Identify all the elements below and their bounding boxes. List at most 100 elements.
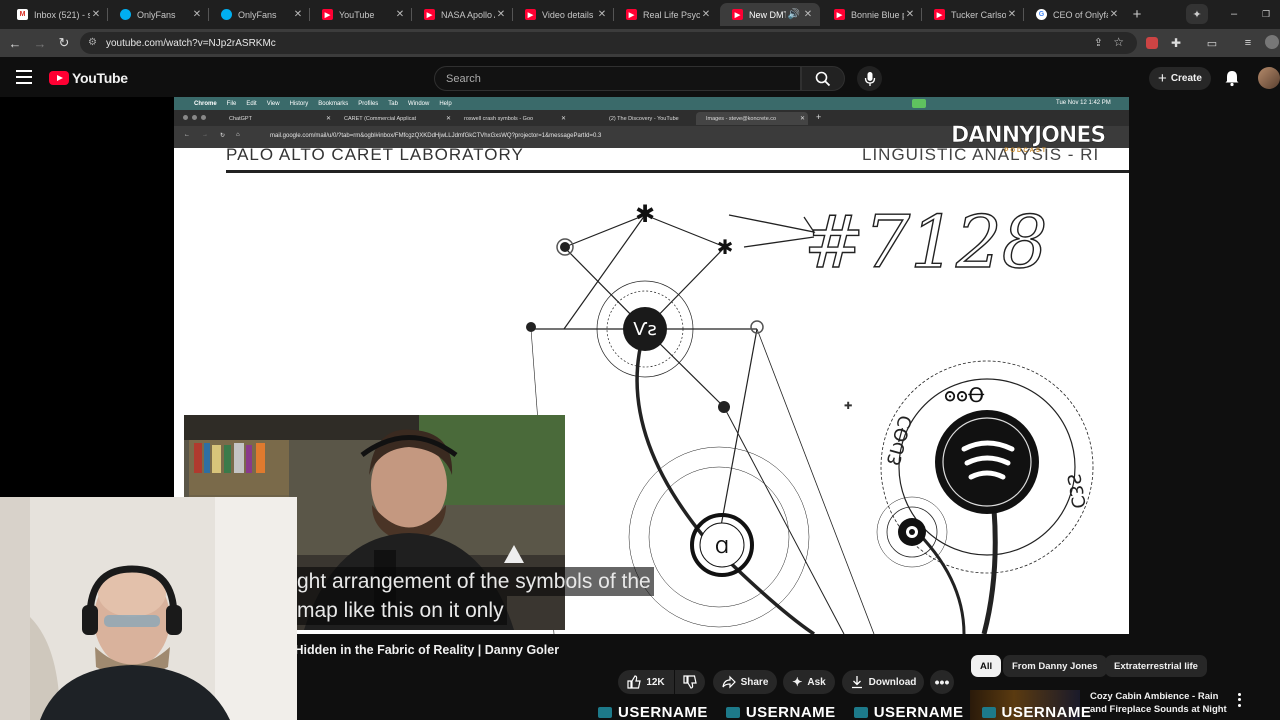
thumbs-up-icon [627,675,642,689]
streamer-webcam [0,497,297,720]
ask-button[interactable]: ✦ Ask [783,670,835,694]
caption-line: ght arrangement of the symbols of the [294,567,654,596]
close-tab-icon[interactable]: ✕ [191,9,203,20]
side-panel-icon[interactable]: ▭ [1204,35,1220,51]
tab-title: NASA Apollo A [441,9,495,20]
youtube-icon: ▶ [525,9,536,20]
stream-overlay-ticker: USERNAME USERNAME USERNAME USERNAME [598,704,1248,720]
svg-text:✱: ✱ [717,235,734,259]
close-tab-icon[interactable]: ✕ [90,9,102,20]
tab-title: Video details [542,9,594,20]
new-tab-icon[interactable]: + [1128,4,1146,24]
menu-lines-icon[interactable]: ≡ [1240,35,1256,51]
maximize-icon[interactable]: ❐ [1258,4,1274,24]
share-label: Share [740,676,769,688]
ticker-username: USERNAME [1001,704,1092,720]
youtube-logo[interactable]: YouTube [49,70,128,86]
hamburger-menu-icon[interactable] [16,70,32,84]
search-button[interactable] [801,66,845,91]
plus-icon: + [1158,70,1167,87]
share-button[interactable]: Share [713,670,777,694]
more-horizontal-icon: ••• [934,674,950,690]
site-info-icon[interactable]: ⚙ [88,37,100,49]
notifications-bell-icon[interactable] [1223,69,1241,87]
chip-from-danny-jones[interactable]: From Danny Jones [1003,655,1107,677]
more-actions-button[interactable]: ••• [930,670,954,694]
youtube-play-icon [49,71,69,85]
close-tab-icon[interactable]: ✕ [394,9,406,20]
tab-title: Inbox (521) - s [34,9,90,20]
voice-search-button[interactable] [857,66,882,91]
username-badge-icon [598,706,612,718]
browser-tab[interactable]: ▶ Tucker Carlson ✕ [922,3,1024,26]
profile-icon[interactable] [1265,35,1279,49]
browser-tab[interactable]: OnlyFans ✕ [209,3,310,26]
speaker-icon[interactable]: 🔊 [786,9,802,20]
dislike-button[interactable] [675,670,705,694]
browser-tab[interactable]: ▶ Real Life Psych ✕ [614,3,718,26]
extensions-puzzle-icon[interactable]: ✚ [1168,35,1184,51]
browser-tab[interactable]: G CEO of Onlyfa ✕ [1024,3,1126,26]
close-tab-icon[interactable]: ✕ [802,9,814,20]
ticker-username: USERNAME [618,704,708,720]
minimize-icon[interactable]: – [1226,4,1242,24]
username-badge-icon [725,706,740,718]
avatar[interactable] [1258,67,1280,89]
extension-icon[interactable] [1144,35,1160,51]
svg-text:ʘʘꝊ: ʘʘꝊ [944,383,985,407]
watermark-title: DANNYJONES [951,123,1107,149]
tab-title: OnlyFans [137,9,176,20]
search-input[interactable]: Search [434,66,801,91]
svg-text:Ѵƨ: Ѵƨ [633,319,656,340]
back-icon[interactable]: ← [7,35,23,51]
close-tab-icon[interactable]: ✕ [1006,9,1018,20]
onlyfans-icon [120,9,131,20]
chip-all[interactable]: All [971,655,1002,677]
create-button[interactable]: + Create [1149,67,1211,90]
close-tab-icon[interactable]: ✕ [596,9,608,20]
video-player[interactable]: Chrome File Edit View History Bookmarks … [174,97,1129,634]
browser-tab[interactable]: ▶ Video details ✕ [513,3,614,26]
close-tab-icon[interactable]: ✕ [1108,9,1120,20]
tab-title: New DMT [749,9,786,20]
install-app-icon[interactable]: ⇪ [1094,36,1103,49]
video-letterbox [0,97,174,497]
username-badge-icon [853,706,868,718]
create-label: Create [1170,73,1202,84]
close-tab-icon[interactable]: ✕ [904,9,916,20]
microphone-icon [864,71,875,86]
close-tab-icon[interactable]: ✕ [495,9,507,20]
url-bar[interactable]: ⚙ youtube.com/watch?v=NJp2rASRKMc ⇪ ☆ [80,32,1137,54]
browser-tab-active[interactable]: ▶ New DMT 🔊 ✕ [720,3,820,26]
chip-extraterrestrial-life[interactable]: Extraterrestrial life [1105,655,1207,677]
browser-toolbar: ← → ↻ ⚙ youtube.com/watch?v=NJp2rASRKMc … [0,29,1280,57]
browser-tab[interactable]: ▶ NASA Apollo A ✕ [412,3,513,26]
svg-text:ƐƲꝊƆ: ƐƲꝊƆ [884,413,918,468]
thumbs-down-icon [683,675,697,689]
gemini-icon[interactable]: ✦ [1186,4,1208,24]
close-tab-icon[interactable]: ✕ [700,9,712,20]
handwritten-number: #7128 [804,200,1048,284]
watermark-subtitle: PODCAST [1004,148,1048,154]
browser-tab[interactable]: ▶ YouTube ✕ [310,3,412,26]
video-caption: ght arrangement of the symbols of the ma… [294,567,654,625]
danny-jones-podcast-watermark: DANNYJONES PODCAST [951,123,1107,169]
url-text: youtube.com/watch?v=NJp2rASRKMc [106,37,276,49]
bookmark-star-icon[interactable]: ☆ [1113,35,1124,49]
youtube-icon: ▶ [732,9,743,20]
youtube-icon: ▶ [322,9,333,20]
like-button[interactable]: 12K [618,670,674,694]
browser-tab[interactable]: M Inbox (521) - s ✕ [5,3,108,26]
tab-title: CEO of Onlyfa [1053,9,1108,20]
browser-tab[interactable]: ▶ Bonnie Blue p ✕ [822,3,922,26]
youtube-icon: ▶ [834,9,845,20]
search-placeholder: Search [446,72,481,85]
reload-icon[interactable]: ↻ [56,35,72,51]
forward-icon[interactable]: → [32,35,48,51]
username-badge-icon [981,706,996,718]
browser-tab[interactable]: OnlyFans ✕ [108,3,209,26]
svg-text:Ɑ: Ɑ [715,537,729,558]
ticker-username: USERNAME [745,704,836,720]
download-button[interactable]: Download [842,670,924,694]
close-tab-icon[interactable]: ✕ [292,9,304,20]
